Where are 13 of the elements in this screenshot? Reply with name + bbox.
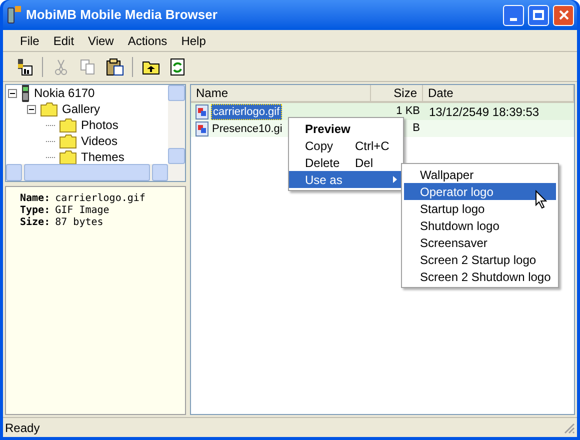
file-name: carrierlogo.gif [211,104,282,120]
window-title: MobiMB Mobile Media Browser [26,6,218,24]
info-label: Size: [20,217,50,229]
status-text: Ready [5,420,40,436]
file-name: Presence10.gi [211,122,284,136]
info-value: carrierlogo.gif [55,193,146,205]
file-date: 13/12/2549 18:39:53 [428,104,540,120]
file-size: 1 KB [395,104,421,120]
info-label: Name: [20,193,50,205]
info-value: GIF Image [55,205,110,217]
info-value: 87 bytes [55,217,104,229]
info-label: Type: [20,205,50,216]
file-size: B [412,121,421,136]
